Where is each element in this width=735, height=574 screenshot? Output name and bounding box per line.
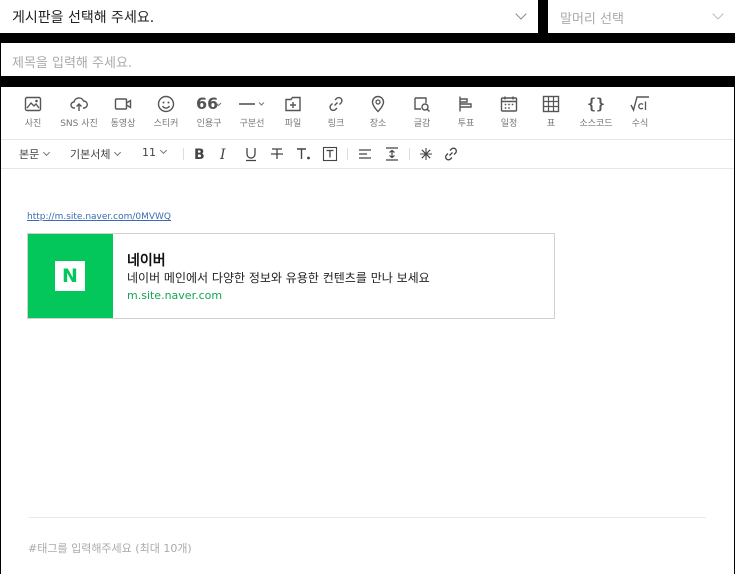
file-icon (285, 96, 301, 112)
toolbar-label: 구분선 (239, 119, 265, 129)
toolbar-label: 파일 (284, 119, 302, 129)
toolbar-label: 스티커 (153, 119, 179, 129)
toolbar-label: SNS 사진 (60, 119, 98, 129)
paragraph-style-dropdown[interactable]: 본문 (19, 146, 51, 162)
toolbar-item-video[interactable]: 동영상 (101, 95, 145, 129)
table-icon (542, 95, 560, 113)
svg-text:B: B (194, 147, 205, 162)
video-icon (114, 98, 132, 110)
cloud-upload-icon (70, 97, 88, 111)
toolbar-item-table[interactable]: 표 (529, 95, 573, 129)
photo-icon (24, 96, 42, 112)
svg-text:I: I (219, 147, 226, 162)
vote-icon (459, 96, 472, 112)
location-icon (371, 95, 385, 113)
toolbar-item-vote[interactable]: 투표 (444, 95, 488, 129)
logo-letter: N (62, 265, 78, 287)
link-preview-card[interactable]: N 네이버 네이버 메인에서 다양한 정보와 유용한 컨텐츠를 만나 보세요 m… (27, 233, 555, 319)
formula-icon (630, 96, 649, 112)
chevron-down-icon (114, 148, 122, 157)
quote-icon: 66 (196, 95, 222, 113)
toolbar-label: 수식 (631, 119, 649, 129)
title-input[interactable]: 제목을 입력해 주세요. (1, 43, 735, 76)
line-height-icon[interactable] (384, 146, 400, 162)
svg-text:{}: {} (587, 95, 605, 113)
toolbar-divider (409, 148, 410, 160)
italic-icon[interactable]: I (216, 146, 232, 162)
toolbar-item-sticker[interactable]: 스티커 (144, 95, 188, 129)
toolbar-item-file[interactable]: 파일 (271, 95, 315, 129)
toolbar-label: 투표 (457, 119, 475, 129)
text-background-icon[interactable] (322, 146, 338, 162)
text-color-icon[interactable] (295, 146, 313, 162)
strikethrough-icon[interactable] (269, 146, 285, 162)
toolbar-label: 링크 (327, 119, 345, 129)
editor[interactable]: 사진 SNS 사진 동영상 스티커 66 인용구 구분선 파일 링크 장소 글감… (1, 87, 734, 574)
chevron-down-icon (43, 148, 51, 157)
toolbar-item-photo[interactable]: 사진 (11, 95, 55, 129)
head-select[interactable]: 말머리 선택 (548, 0, 735, 33)
toolbar-divider (183, 148, 184, 160)
toolbar-item-formula[interactable]: 수식 (618, 95, 662, 129)
toolbar-item-location[interactable]: 장소 (356, 95, 400, 129)
toolbar-label: 소스코드 (579, 119, 613, 129)
toolbar-label: 장소 (369, 119, 387, 129)
link-icon[interactable] (443, 146, 459, 162)
smile-icon (157, 95, 175, 113)
toolbar-label: 인용구 (196, 119, 222, 129)
tag-divider (28, 517, 706, 518)
code-icon: {} (587, 95, 605, 113)
toolbar-divider (347, 148, 348, 160)
toolbar-label: 일정 (500, 119, 518, 129)
head-select-value: 말머리 선택 (560, 12, 624, 27)
tag-input[interactable]: #태그를 입력해주세요 (최대 10개) (28, 540, 192, 556)
calendar-icon (500, 96, 518, 112)
underline-icon[interactable] (243, 146, 259, 162)
chevron-down-icon (159, 146, 168, 155)
toolbar-label: 동영상 (110, 119, 136, 129)
chevron-down-icon (712, 8, 724, 20)
divider-icon (239, 102, 265, 106)
toolbar-label: 표 (546, 119, 556, 129)
align-icon[interactable] (357, 146, 373, 162)
font-family-dropdown[interactable]: 기본서체 (70, 146, 122, 162)
link-icon (329, 96, 343, 112)
bold-icon[interactable]: B (191, 146, 207, 162)
toolbar-item-source-code[interactable]: {} 소스코드 (574, 95, 618, 129)
toolbar-item-sns-photo[interactable]: SNS 사진 (57, 95, 101, 129)
naver-logo: N (55, 261, 85, 291)
pasted-link[interactable]: http://m.site.naver.com/0MVWQ (27, 212, 171, 222)
font-size-dropdown[interactable]: 11 (142, 146, 168, 159)
svg-text:66: 66 (196, 95, 218, 113)
toolbar-item-link[interactable]: 링크 (314, 95, 358, 129)
paragraph-style-value: 본문 (19, 148, 40, 161)
format-toolbar: 본문 기본서체 11 B I (1, 140, 734, 169)
font-family-value: 기본서체 (70, 148, 111, 161)
chevron-down-icon (515, 8, 527, 20)
og-thumbnail: N (28, 234, 113, 318)
board-select-value: 게시판을 선택해 주세요. (12, 10, 155, 26)
search-doc-icon (414, 97, 430, 112)
toolbar-item-quote[interactable]: 66 인용구 (187, 95, 231, 129)
insert-toolbar: 사진 SNS 사진 동영상 스티커 66 인용구 구분선 파일 링크 장소 글감… (1, 87, 734, 140)
toolbar-label: 글감 (413, 119, 431, 129)
toolbar-item-divider[interactable]: 구분선 (230, 95, 274, 129)
title-placeholder: 제목을 입력해 주세요. (12, 56, 133, 71)
font-size-value: 11 (142, 146, 156, 159)
toolbar-label: 사진 (24, 119, 42, 129)
og-description: 네이버 메인에서 다양한 정보와 유용한 컨텐츠를 만나 보세요 (127, 271, 430, 285)
special-char-icon[interactable] (418, 146, 434, 162)
board-select[interactable]: 게시판을 선택해 주세요. (0, 0, 538, 33)
toolbar-item-material[interactable]: 글감 (400, 95, 444, 129)
og-title: 네이버 (127, 253, 166, 269)
toolbar-item-schedule[interactable]: 일정 (487, 95, 531, 129)
og-domain: m.site.naver.com (127, 289, 223, 302)
